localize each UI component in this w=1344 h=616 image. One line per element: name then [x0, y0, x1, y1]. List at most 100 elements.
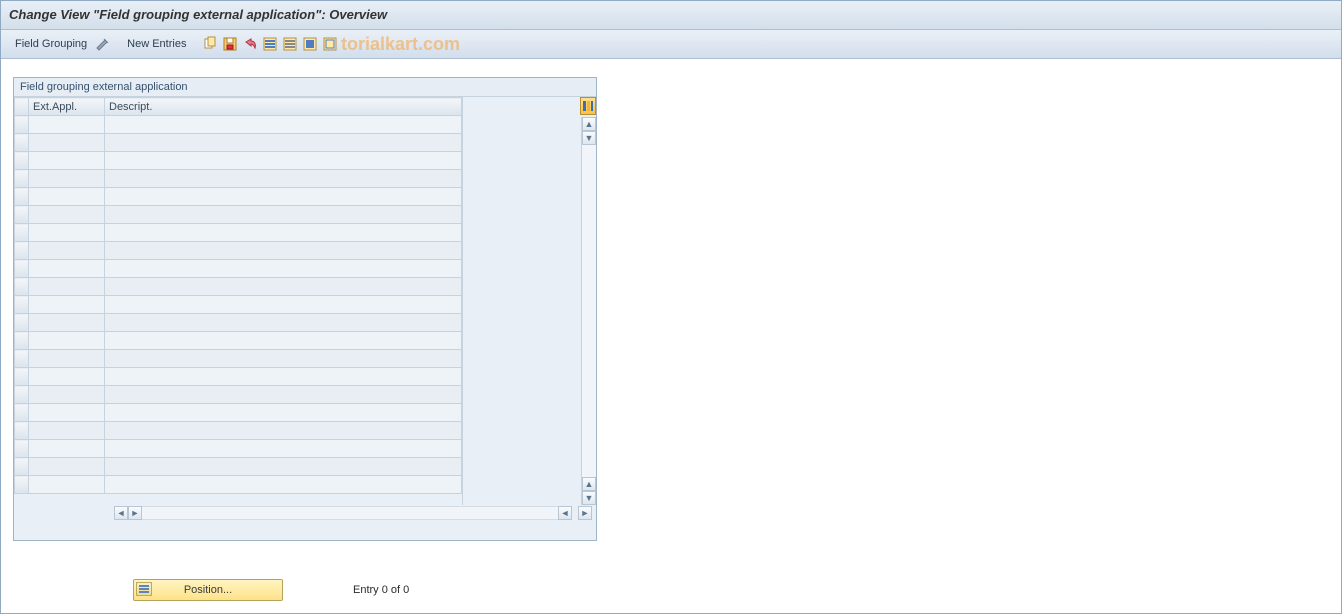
- cell-ext-appl[interactable]: [29, 422, 105, 440]
- cell-ext-appl[interactable]: [29, 116, 105, 134]
- position-button[interactable]: Position...: [133, 579, 283, 601]
- save-icon[interactable]: [222, 36, 238, 52]
- cell-descript[interactable]: [105, 134, 462, 152]
- data-table[interactable]: Ext.Appl. Descript.: [14, 97, 462, 494]
- deselect-block-icon[interactable]: [322, 36, 338, 52]
- scroll-down-icon[interactable]: ▼: [582, 491, 596, 505]
- table-row[interactable]: [15, 296, 462, 314]
- table-row[interactable]: [15, 368, 462, 386]
- row-select-cell[interactable]: [15, 224, 29, 242]
- scroll-left-icon[interactable]: ◄: [114, 506, 128, 520]
- cell-ext-appl[interactable]: [29, 152, 105, 170]
- cell-ext-appl[interactable]: [29, 224, 105, 242]
- table-row[interactable]: [15, 314, 462, 332]
- vertical-scroll-track[interactable]: [582, 145, 596, 477]
- table-row[interactable]: [15, 278, 462, 296]
- cell-descript[interactable]: [105, 242, 462, 260]
- cell-descript[interactable]: [105, 368, 462, 386]
- table-row[interactable]: [15, 350, 462, 368]
- row-select-cell[interactable]: [15, 422, 29, 440]
- cell-descript[interactable]: [105, 332, 462, 350]
- table-row[interactable]: [15, 152, 462, 170]
- cell-descript[interactable]: [105, 206, 462, 224]
- row-select-cell[interactable]: [15, 332, 29, 350]
- undo-icon[interactable]: [242, 36, 258, 52]
- scroll-up-icon[interactable]: ▲: [582, 117, 596, 131]
- cell-descript[interactable]: [105, 170, 462, 188]
- cell-ext-appl[interactable]: [29, 332, 105, 350]
- cell-ext-appl[interactable]: [29, 134, 105, 152]
- row-select-cell[interactable]: [15, 296, 29, 314]
- cell-ext-appl[interactable]: [29, 278, 105, 296]
- row-select-cell[interactable]: [15, 458, 29, 476]
- new-entries-button[interactable]: New Entries: [123, 38, 190, 50]
- scroll-left-inner-icon[interactable]: ◄: [558, 506, 572, 520]
- field-grouping-button[interactable]: Field Grouping: [11, 38, 91, 50]
- table-row[interactable]: [15, 224, 462, 242]
- cell-descript[interactable]: [105, 350, 462, 368]
- cell-descript[interactable]: [105, 476, 462, 494]
- cell-descript[interactable]: [105, 458, 462, 476]
- cell-ext-appl[interactable]: [29, 458, 105, 476]
- row-select-cell[interactable]: [15, 188, 29, 206]
- table-row[interactable]: [15, 458, 462, 476]
- table-row[interactable]: [15, 206, 462, 224]
- table-row[interactable]: [15, 404, 462, 422]
- pencil-toggle-icon[interactable]: [95, 36, 111, 52]
- row-select-cell[interactable]: [15, 116, 29, 134]
- cell-descript[interactable]: [105, 386, 462, 404]
- table-row[interactable]: [15, 440, 462, 458]
- row-select-cell[interactable]: [15, 152, 29, 170]
- cell-ext-appl[interactable]: [29, 260, 105, 278]
- scroll-right-inner-icon[interactable]: ►: [128, 506, 142, 520]
- configure-columns-icon[interactable]: [580, 97, 596, 115]
- horizontal-scrollbar[interactable]: ◄ ► ◄ ►: [14, 505, 596, 521]
- select-all-icon[interactable]: [262, 36, 278, 52]
- row-select-cell[interactable]: [15, 242, 29, 260]
- cell-descript[interactable]: [105, 422, 462, 440]
- cell-ext-appl[interactable]: [29, 314, 105, 332]
- row-select-cell[interactable]: [15, 260, 29, 278]
- table-row[interactable]: [15, 422, 462, 440]
- cell-ext-appl[interactable]: [29, 404, 105, 422]
- cell-ext-appl[interactable]: [29, 440, 105, 458]
- column-header-select[interactable]: [15, 98, 29, 116]
- cell-descript[interactable]: [105, 188, 462, 206]
- deselect-all-icon[interactable]: [282, 36, 298, 52]
- row-select-cell[interactable]: [15, 476, 29, 494]
- row-select-cell[interactable]: [15, 206, 29, 224]
- cell-descript[interactable]: [105, 296, 462, 314]
- row-select-cell[interactable]: [15, 170, 29, 188]
- column-header-ext-appl[interactable]: Ext.Appl.: [29, 98, 105, 116]
- table-row[interactable]: [15, 386, 462, 404]
- cell-descript[interactable]: [105, 278, 462, 296]
- table-row[interactable]: [15, 242, 462, 260]
- cell-ext-appl[interactable]: [29, 242, 105, 260]
- cell-ext-appl[interactable]: [29, 350, 105, 368]
- row-select-cell[interactable]: [15, 368, 29, 386]
- row-select-cell[interactable]: [15, 440, 29, 458]
- cell-descript[interactable]: [105, 260, 462, 278]
- cell-ext-appl[interactable]: [29, 386, 105, 404]
- cell-ext-appl[interactable]: [29, 188, 105, 206]
- cell-ext-appl[interactable]: [29, 170, 105, 188]
- cell-ext-appl[interactable]: [29, 296, 105, 314]
- scroll-right-icon[interactable]: ►: [578, 506, 592, 520]
- cell-ext-appl[interactable]: [29, 476, 105, 494]
- row-select-cell[interactable]: [15, 386, 29, 404]
- cell-ext-appl[interactable]: [29, 368, 105, 386]
- copy-icon[interactable]: [202, 36, 218, 52]
- row-select-cell[interactable]: [15, 404, 29, 422]
- cell-descript[interactable]: [105, 404, 462, 422]
- row-select-cell[interactable]: [15, 350, 29, 368]
- scroll-up-bottom-icon[interactable]: ▲: [582, 477, 596, 491]
- select-block-icon[interactable]: [302, 36, 318, 52]
- table-row[interactable]: [15, 476, 462, 494]
- row-select-cell[interactable]: [15, 134, 29, 152]
- table-row[interactable]: [15, 332, 462, 350]
- row-select-cell[interactable]: [15, 314, 29, 332]
- column-header-descript[interactable]: Descript.: [105, 98, 462, 116]
- row-select-cell[interactable]: [15, 278, 29, 296]
- scroll-down-top-icon[interactable]: ▼: [582, 131, 596, 145]
- vertical-scrollbar[interactable]: ▲ ▼ ▲ ▼: [581, 117, 596, 505]
